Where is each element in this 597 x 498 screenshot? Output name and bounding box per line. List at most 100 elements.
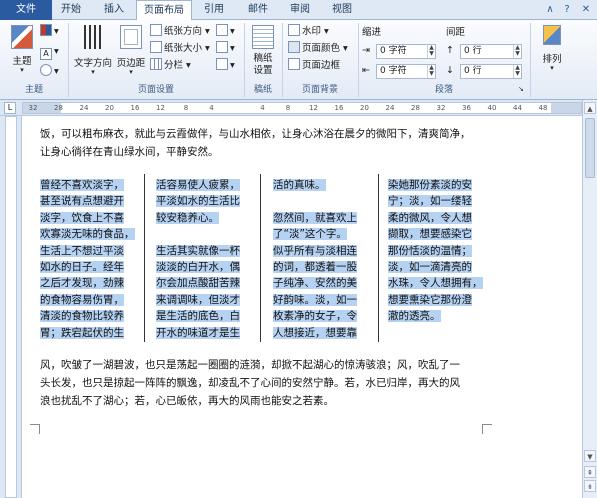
vertical-scrollbar[interactable]: ▲ ▼ ⇞ ⇟ [582,100,597,498]
column-line: 染她那份素淡的安 [388,179,472,191]
text-column-4[interactable]: 染她那份素淡的安 宁；淡，如一缕轻 柔的微风，令人想 撷取，想要感染它 那份恬淡的温情；… [388,177,483,325]
margin-corner-mark [482,424,492,434]
tab-home[interactable]: 开始 [52,0,90,20]
breaks-button[interactable]: ▾ [216,24,235,40]
tab-references[interactable]: 引用 [194,0,234,20]
column-line: 澈的透亮。 [388,310,441,323]
text-column-2[interactable]: 活容易使人疲累， 平淡如水的生活比 较安稳养心。 生活其实就像一杯 淡淡的白开水，偶尔… [156,177,240,341]
paragraph-outro-line-3[interactable]: 浪也扰乱不了湖心；若，心已皈依，再大的风雨也能安之若素。 [40,392,334,410]
tab-file[interactable]: 文件 [0,0,52,20]
spinner-arrows-icon[interactable]: ▲ ▼ [427,65,435,78]
scroll-up-icon[interactable]: ▲ [584,102,596,114]
theme-effects-button[interactable]: ▾ [40,64,59,80]
spacing-before-value: 0 行 [464,46,482,56]
line-numbers-button[interactable]: ▾ [216,41,235,57]
column-line: 忽然间，就喜欢上 [273,211,357,224]
scroll-down-icon[interactable]: ▼ [584,450,596,462]
ribbon-page-layout: 主题 ▾ ▾ A ▾ ▾ 主题 文字方向 ▾ 页边距 ▾ 纸张方向 ▾ 纸张大小 … [0,20,597,100]
themes-icon [11,25,33,49]
hyphenation-button[interactable]: ▾ [216,58,235,74]
theme-colors-button[interactable]: ▾ [40,24,59,40]
indent-left-value: 0 字符 [380,46,407,56]
watermark-button[interactable]: 水印 ▾ [288,24,329,40]
vertical-ruler[interactable] [0,116,22,498]
column-line: 来调调味，但淡才 [156,293,240,306]
next-page-icon[interactable]: ⇟ [584,480,596,492]
scrollbar-thumb[interactable] [585,118,595,178]
tab-view[interactable]: 视图 [322,0,362,20]
orientation-button[interactable]: 纸张方向 ▾ [150,24,210,40]
column-line: 平淡如水的生活比 [156,195,240,208]
tab-page-layout[interactable]: 页面布局 [136,0,192,21]
page-color-button[interactable]: 页面颜色 ▾ [288,41,348,57]
ribbon-separator [358,23,359,97]
spinner-arrows-icon[interactable]: ▲ ▼ [427,45,435,58]
spinner-arrows-icon[interactable]: ▲ ▼ [513,65,521,78]
size-label: 纸张大小 [164,43,203,54]
indent-right-input[interactable]: 0 字符 ▲ ▼ [376,64,436,79]
watermark-icon [288,24,300,36]
column-line [156,226,240,242]
help-icon[interactable]: ? [560,3,574,17]
tab-mailings[interactable]: 邮件 [238,0,278,20]
paragraph-intro-line-2[interactable]: 让身心徜徉在青山绿水间，平静安然。 [40,143,219,161]
paragraph-intro-line-1[interactable]: 饭，可以粗布麻衣，就此与云霞做伴，与山水相依，让身心沐浴在晨夕的微阳下，清爽简净… [40,125,471,143]
text-direction-button[interactable]: 文字方向 ▾ [72,25,114,76]
column-line: 宁；淡，如一缕轻 [388,195,472,208]
ruler-number: 32 [436,104,446,112]
margins-button[interactable]: 页边距 ▾ [114,25,148,76]
ruler-number: 28 [411,104,420,112]
ruler-number: 48 [538,104,548,112]
arrange-button[interactable]: 排列 ▾ [536,25,568,72]
document-page[interactable]: 饭，可以粗布麻衣，就此与云霞做伴，与山水相依，让身心沐浴在晨夕的微阳下，清爽简净… [22,116,582,498]
column-line: 想要熏染它那份澄 [388,293,472,306]
column-line: 生活上不想过平淡 [40,244,124,257]
ruler-number: 16 [334,104,344,112]
column-line: 尔会加点酸甜苦辣 [156,277,240,290]
group-label-page-setup: 页面设置 [137,85,174,95]
indent-right-value: 0 字符 [380,66,407,76]
page-borders-button[interactable]: 页面边框 [288,58,340,74]
vertical-ruler-track [5,116,17,498]
tab-review[interactable]: 审阅 [280,0,320,20]
minimize-ribbon-icon[interactable]: ∧ [543,3,557,17]
columns-button[interactable]: 分栏 ▾ [150,58,191,74]
group-label-theme: 主题 [24,85,43,95]
window-close-icon[interactable]: ✕ [578,3,594,17]
column-line: 人想接近，想要靠 [273,326,357,339]
margins-icon [120,25,142,49]
column-line: 是生活的底色，白 [156,310,240,323]
ribbon-separator [530,23,531,97]
theme-fonts-icon: A [40,48,52,60]
horizontal-ruler[interactable]: L 32 28 24 20 16 12 8 4 4 8 12 16 20 24 28 32 36 40 44 48 [0,100,597,116]
theme-fonts-button[interactable]: A ▾ [40,44,59,60]
themes-button[interactable]: 主题 ▾ [6,25,38,74]
column-line: 生活其实就像一杯 [156,244,240,257]
spacing-after-input[interactable]: 0 行 ▲ ▼ [460,64,522,79]
column-line: 撷取，想要感染它 [388,228,472,241]
spinner-arrows-icon[interactable]: ▲ ▼ [513,45,521,58]
column-separator-line [378,174,379,342]
indent-title: 缩进 [362,27,382,38]
tab-insert[interactable]: 插入 [94,0,134,20]
manuscript-settings-button[interactable]: 稿纸 设置 [248,25,278,77]
size-button[interactable]: 纸张大小 ▾ [150,41,210,57]
tab-selector-icon[interactable]: L [4,102,16,114]
ruler-number: 24 [385,104,395,112]
paragraph-outro-line-1[interactable]: 风，吹皱了一湖碧波，也只是荡起一圈圈的涟漪，却掀不起湖心的惊涛骇浪；风，吹乱了一 [40,356,460,374]
column-line: 胃；跌宕起伏的生 [40,326,124,339]
previous-page-icon[interactable]: ⇞ [584,466,596,478]
orientation-icon [150,24,162,36]
spacing-after-value: 0 行 [464,66,482,76]
spacing-before-input[interactable]: 0 行 ▲ ▼ [460,44,522,59]
ruler-number: 12 [309,104,318,112]
text-column-3[interactable]: 活的真味。 忽然间，就喜欢上 了“淡”这个字。 似乎所有与淡相连 的词，都透着一股 子纯… [273,177,357,341]
paragraph-dialog-launcher-icon[interactable]: ↘ [518,85,524,93]
text-column-1[interactable]: 曾经不喜欢淡字， 甚至说有点想避开 淡字，饮食上不喜 欢寡淡无味的食品， 生活上不想过平… [40,177,135,341]
indent-right-icon: ⇤ [362,65,370,76]
indent-left-input[interactable]: 0 字符 ▲ ▼ [376,44,436,59]
ruler-number: 28 [54,104,63,112]
text-direction-icon [84,25,102,49]
column-line: 似乎所有与淡相连 [273,244,357,257]
paragraph-outro-line-2[interactable]: 头长发，也只是掠起一阵阵的飘逸，却凌乱不了心间的安然宁静。若，水已归岸，再大的风 [40,374,460,392]
